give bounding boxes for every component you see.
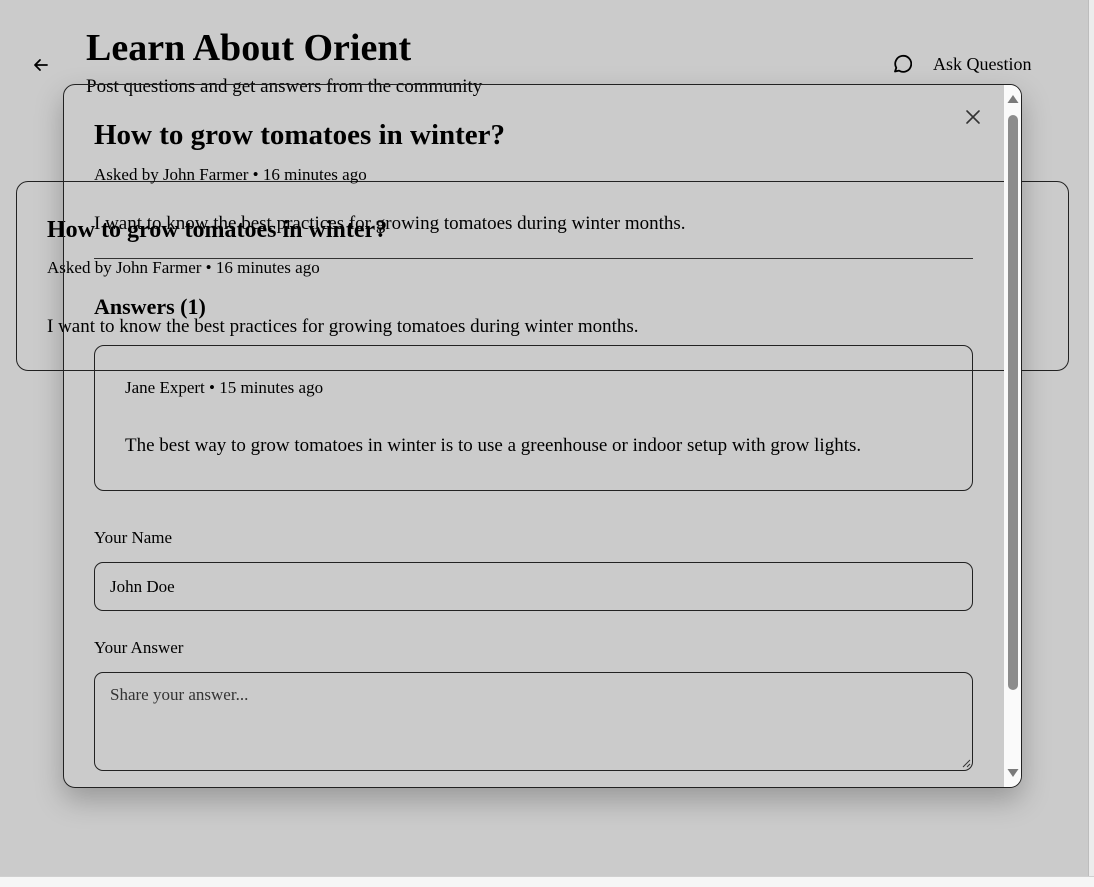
modal-question-body: I want to know the best practices for gr…	[94, 213, 686, 234]
answer-field-label: Your Answer	[94, 638, 184, 657]
horizontal-scrollbar[interactable]	[0, 876, 1094, 887]
modal-question-meta: Asked by John Farmer • 16 minutes ago	[94, 165, 367, 184]
name-field-label: Your Name	[94, 528, 173, 547]
page-title: Learn About Orient	[86, 27, 412, 69]
page-scrollbar[interactable]	[1088, 0, 1094, 876]
answers-heading: Answers (1)	[94, 294, 206, 319]
resize-grip-icon[interactable]	[961, 758, 971, 768]
answer-textarea[interactable]	[94, 672, 973, 771]
answer-meta: Jane Expert • 15 minutes ago	[125, 378, 324, 397]
answer-body: The best way to grow tomatoes in winter …	[125, 435, 862, 456]
modal-scrollbar[interactable]	[1004, 85, 1021, 787]
modal-content: How to grow tomatoes in winter? Asked by…	[64, 85, 1004, 787]
divider	[94, 258, 973, 259]
name-input[interactable]	[94, 562, 973, 611]
ask-question-button[interactable]: Ask Question	[888, 50, 1032, 78]
scroll-down-arrow-icon[interactable]	[1007, 767, 1019, 779]
scrollbar-thumb[interactable]	[1008, 115, 1018, 690]
page-viewport: Learn About Orient Post questions and ge…	[0, 0, 1088, 876]
answer-card: Jane Expert • 15 minutes ago The best wa…	[94, 345, 973, 491]
back-button[interactable]	[26, 50, 56, 80]
close-button[interactable]	[960, 104, 986, 130]
question-detail-modal: How to grow tomatoes in winter? Asked by…	[63, 84, 1022, 788]
arrow-left-icon	[34, 59, 48, 71]
modal-question-title: How to grow tomatoes in winter?	[94, 119, 506, 151]
ask-question-label: Ask Question	[933, 53, 1032, 74]
scroll-up-arrow-icon[interactable]	[1007, 93, 1019, 105]
speech-bubble-icon	[888, 51, 914, 77]
close-icon	[966, 110, 980, 124]
